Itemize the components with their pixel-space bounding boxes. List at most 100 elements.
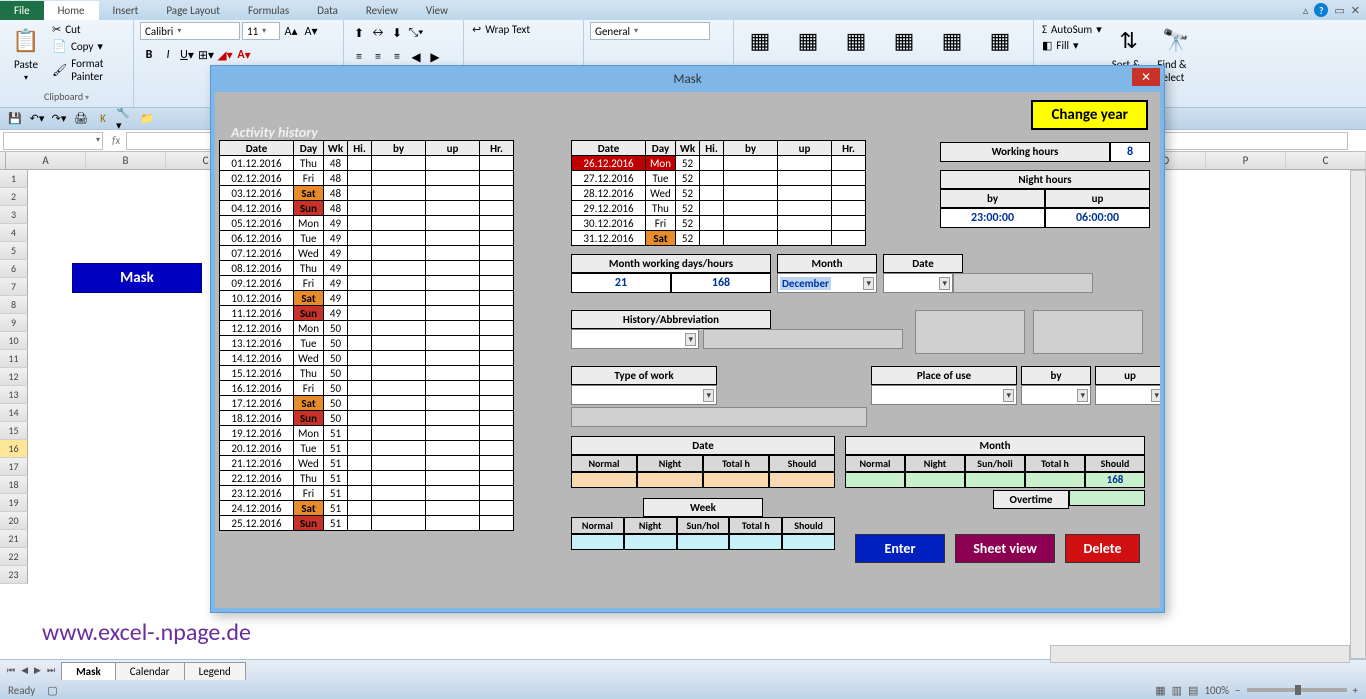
up-dropdown[interactable]: ▾: [1095, 385, 1160, 405]
table-row[interactable]: 23.12.2016Fri51: [220, 486, 514, 501]
tab-next-icon[interactable]: ▶: [31, 665, 44, 676]
enter-button[interactable]: Enter: [855, 534, 945, 563]
row-header[interactable]: 4: [0, 224, 28, 242]
table-row[interactable]: 03.12.2016Sat48: [220, 186, 514, 201]
row-header[interactable]: 11: [0, 350, 28, 368]
align-right-button[interactable]: ≡: [388, 48, 406, 66]
ribbon-tab-data[interactable]: Data: [303, 1, 352, 20]
cut-button[interactable]: Cut: [50, 22, 127, 37]
table-row[interactable]: 08.12.2016Thu49: [220, 261, 514, 276]
table-row[interactable]: 13.12.2016Tue50: [220, 336, 514, 351]
row-header[interactable]: 12: [0, 368, 28, 386]
table-row[interactable]: 05.12.2016Mon49: [220, 216, 514, 231]
table-row[interactable]: 16.12.2016Fri50: [220, 381, 514, 396]
print-preview-icon[interactable]: 🖨: [72, 110, 90, 128]
zoom-slider[interactable]: [1247, 688, 1347, 692]
bold-button[interactable]: B: [140, 46, 158, 64]
change-year-button[interactable]: Change year: [1031, 100, 1148, 130]
orientation-button[interactable]: ⤡▾: [407, 24, 425, 42]
row-header[interactable]: 10: [0, 332, 28, 350]
ribbon-tab-home[interactable]: Home: [44, 1, 99, 20]
col-header[interactable]: P: [1206, 152, 1286, 169]
col-header[interactable]: A: [6, 152, 86, 169]
table-row[interactable]: 15.12.2016Thu50: [220, 366, 514, 381]
row-header[interactable]: 1: [0, 170, 28, 188]
grow-font-button[interactable]: A▴: [282, 22, 300, 40]
col-header[interactable]: C: [1286, 152, 1366, 169]
paste-button[interactable]: 📋 Paste ▾: [6, 22, 46, 85]
macro-icon[interactable]: K: [94, 110, 112, 128]
format-button[interactable]: ▦: [980, 22, 1020, 58]
history-dropdown[interactable]: ▾: [571, 329, 699, 349]
type-of-work-dropdown[interactable]: ▾: [571, 385, 717, 405]
minimize-ribbon-icon[interactable]: ▵: [1303, 4, 1309, 17]
row-header[interactable]: 7: [0, 278, 28, 296]
name-box[interactable]: ▾: [3, 132, 103, 150]
row-header[interactable]: 8: [0, 296, 28, 314]
format-painter-button[interactable]: Format Painter: [50, 56, 127, 84]
table-row[interactable]: 20.12.2016Tue51: [220, 441, 514, 456]
row-header[interactable]: 19: [0, 494, 28, 512]
table-row[interactable]: 11.12.2016Sun49: [220, 306, 514, 321]
row-header[interactable]: 22: [0, 548, 28, 566]
vertical-scrollbar[interactable]: [1350, 170, 1366, 659]
shrink-font-button[interactable]: A▾: [302, 22, 320, 40]
cell-styles-button[interactable]: ▦: [836, 22, 876, 58]
table-row[interactable]: 09.12.2016Fri49: [220, 276, 514, 291]
autosum-button[interactable]: ΣAutoSum ▾: [1040, 22, 1104, 37]
sheet-tab-mask[interactable]: Mask: [61, 662, 116, 680]
table-row[interactable]: 12.12.2016Mon50: [220, 321, 514, 336]
row-header[interactable]: 14: [0, 404, 28, 422]
align-bottom-button[interactable]: ⬇: [388, 24, 406, 42]
underline-button[interactable]: U▾: [178, 46, 196, 64]
tab-prev-icon[interactable]: ◀: [18, 665, 31, 676]
sheet-tab-legend[interactable]: Legend: [184, 662, 246, 680]
row-header[interactable]: 20: [0, 512, 28, 530]
table-row[interactable]: 14.12.2016Wed50: [220, 351, 514, 366]
table-row[interactable]: 21.12.2016Wed51: [220, 456, 514, 471]
table-row[interactable]: 26.12.2016Mon52: [572, 156, 866, 171]
row-header[interactable]: 9: [0, 314, 28, 332]
row-header[interactable]: 18: [0, 476, 28, 494]
table-row[interactable]: 24.12.2016Sat51: [220, 501, 514, 516]
table-row[interactable]: 27.12.2016Tue52: [572, 171, 866, 186]
folder-icon[interactable]: 📁: [138, 110, 156, 128]
table-row[interactable]: 19.12.2016Mon51: [220, 426, 514, 441]
align-middle-button[interactable]: ↔: [369, 24, 387, 42]
table-row[interactable]: 01.12.2016Thu48: [220, 156, 514, 171]
by-dropdown[interactable]: ▾: [1021, 385, 1091, 405]
font-size-combo[interactable]: 11▾: [242, 22, 280, 40]
table-row[interactable]: 31.12.2016Sat52: [572, 231, 866, 246]
save-icon[interactable]: 💾: [6, 110, 24, 128]
align-top-button[interactable]: ⬆: [350, 24, 368, 42]
mask-cell-button[interactable]: Mask: [72, 263, 202, 293]
border-button[interactable]: ⊞▾: [197, 46, 215, 64]
font-name-combo[interactable]: Calibri▾: [140, 22, 240, 40]
view-normal-icon[interactable]: ▦: [1155, 684, 1165, 697]
tools-icon[interactable]: 🔧▾: [116, 110, 134, 128]
col-header[interactable]: B: [86, 152, 166, 169]
dialog-titlebar[interactable]: Mask ✕: [211, 66, 1164, 92]
delete-button[interactable]: ▦: [932, 22, 972, 58]
ribbon-tab-view[interactable]: View: [412, 1, 462, 20]
row-header[interactable]: 2: [0, 188, 28, 206]
row-header[interactable]: 13: [0, 386, 28, 404]
cond-format-button[interactable]: ▦: [740, 22, 780, 58]
dialog-close-button[interactable]: ✕: [1132, 68, 1160, 86]
undo-icon[interactable]: ↶▾: [28, 110, 46, 128]
table-row[interactable]: 29.12.2016Thu52: [572, 201, 866, 216]
month-dropdown[interactable]: December▾: [777, 273, 877, 293]
wrap-text-button[interactable]: ↩Wrap Text: [470, 22, 532, 37]
window-close-icon[interactable]: ✕: [1351, 4, 1360, 17]
fill-button[interactable]: ◧Fill ▾: [1040, 38, 1104, 53]
row-header[interactable]: 5: [0, 242, 28, 260]
row-header[interactable]: 17: [0, 458, 28, 476]
format-table-button[interactable]: ▦: [788, 22, 828, 58]
ribbon-tab-review[interactable]: Review: [352, 1, 412, 20]
row-header[interactable]: 21: [0, 530, 28, 548]
window-restore-icon[interactable]: ▭: [1334, 4, 1344, 17]
align-left-button[interactable]: ≡: [350, 48, 368, 66]
fx-icon[interactable]: fx: [106, 134, 126, 147]
tab-last-icon[interactable]: ⏭: [44, 665, 58, 676]
ribbon-tab-formulas[interactable]: Formulas: [234, 1, 303, 20]
